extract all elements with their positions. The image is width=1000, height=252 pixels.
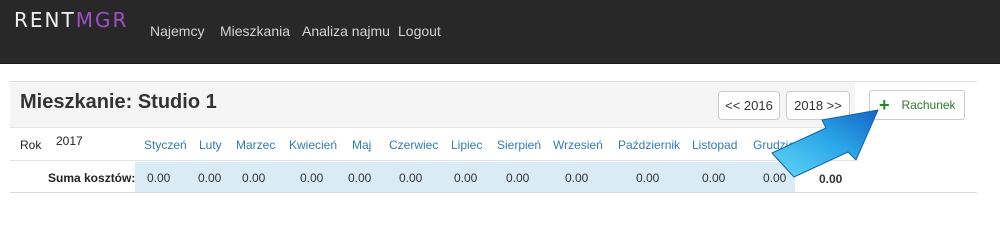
panel-header: Mieszkanie: Studio 1 << 2016 2018 >> (10, 82, 855, 128)
year-label: Rok (20, 138, 42, 152)
nav-logout[interactable]: Logout (398, 23, 441, 39)
page-title: Mieszkanie: Studio 1 (20, 91, 217, 113)
sum-value-maj: 0.00 (348, 171, 372, 185)
blue-arrow-icon (771, 109, 879, 178)
sum-value-luty: 0.00 (198, 171, 222, 185)
month-link-lipiec[interactable]: Lipiec (451, 138, 482, 152)
month-link-wrzesien[interactable]: Wrzesień (553, 138, 603, 152)
panel-bottom-border (10, 192, 977, 193)
sum-value-styczen: 0.00 (147, 171, 171, 185)
months-header-row: Rok 2017 Styczeń Luty Marzec Kwiecień Ma… (10, 130, 855, 161)
sum-value-pazdziernik: 0.00 (636, 171, 660, 185)
month-link-listopad[interactable]: Listopad (692, 138, 737, 152)
nav-najemcy[interactable]: Najemcy (150, 23, 204, 39)
top-navbar: RENTMGR Najemcy Mieszkania Analiza najmu… (0, 0, 1000, 64)
month-link-pazdziernik[interactable]: Październik (618, 138, 680, 152)
app-logo[interactable]: RENTMGR (14, 8, 128, 32)
sum-value-listopad: 0.00 (702, 171, 726, 185)
sum-value-kwiecien: 0.00 (300, 171, 324, 185)
nav-analiza-najmu[interactable]: Analiza najmu (302, 23, 390, 39)
sum-value-lipiec: 0.00 (454, 171, 478, 185)
sum-row: Suma kosztów: 0.00 0.00 0.00 0.00 0.00 0… (10, 162, 855, 192)
sum-value-sierpien: 0.00 (506, 171, 530, 185)
month-link-kwiecien[interactable]: Kwiecień (289, 138, 337, 152)
sum-value-marzec: 0.00 (242, 171, 266, 185)
logo-text-rent: RENT (14, 8, 76, 32)
add-bill-label: Rachunek (901, 98, 956, 112)
logo-text-mgr: MGR (75, 8, 129, 32)
month-link-styczen[interactable]: Styczeń (144, 138, 187, 152)
month-link-czerwiec[interactable]: Czerwiec (389, 138, 438, 152)
month-link-marzec[interactable]: Marzec (236, 138, 275, 152)
sum-value-czerwiec: 0.00 (399, 171, 423, 185)
month-link-luty[interactable]: Luty (199, 138, 222, 152)
month-link-maj[interactable]: Maj (352, 138, 371, 152)
nav-mieszkania[interactable]: Mieszkania (220, 23, 290, 39)
sum-label: Suma kosztów: (48, 171, 136, 185)
sum-value-wrzesien: 0.00 (565, 171, 589, 185)
year-value: 2017 (56, 134, 83, 148)
month-link-sierpien[interactable]: Sierpień (497, 138, 541, 152)
